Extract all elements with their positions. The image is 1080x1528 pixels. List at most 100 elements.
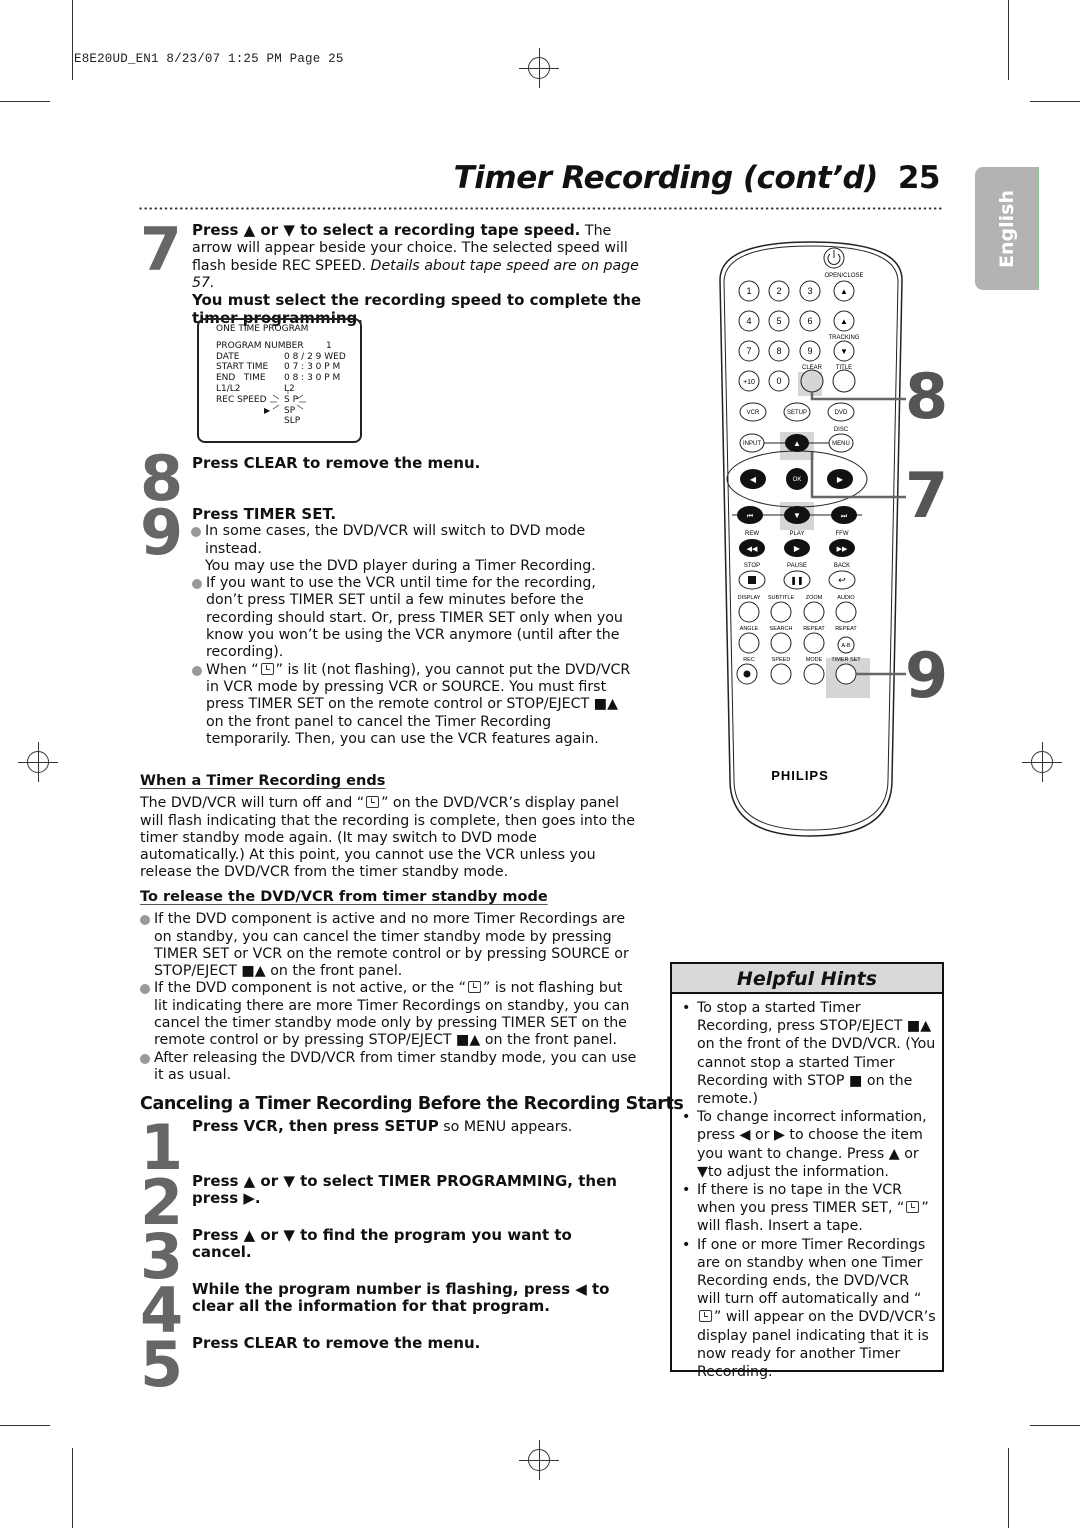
tracking-label: TRACKING: [828, 335, 859, 341]
menu-button[interactable]: MENU: [828, 433, 854, 453]
callout-number: 9: [905, 639, 949, 712]
svg-text:2: 2: [776, 286, 781, 296]
cancel-step-5: Press CLEAR to remove the menu.: [192, 1334, 481, 1352]
osd-screen: ONE TIME PROGRAM PROGRAM NUMBER 1 DATE 0 8…: [197, 318, 362, 443]
angle-button[interactable]: [738, 632, 760, 654]
open-close-label: OPEN/CLOSE: [824, 273, 863, 279]
svg-text:▶▶: ▶▶: [837, 546, 848, 553]
angle-label: ANGLE: [740, 626, 759, 632]
print-slug: E8E20UD_EN1 8/23/07 1:25 PM Page 25: [74, 52, 344, 66]
button-5[interactable]: 5: [768, 310, 790, 332]
svg-text:INPUT: INPUT: [743, 441, 761, 447]
svg-text:8: 8: [776, 346, 781, 356]
audio-label: AUDIO: [837, 595, 855, 601]
svg-text:▲: ▲: [840, 287, 848, 296]
osd-value: 0 8 : 3 0 P M: [284, 373, 341, 384]
crop-mark: [1008, 0, 1009, 80]
timer-set-button[interactable]: [835, 663, 857, 685]
open-close-button[interactable]: ▲: [833, 280, 855, 302]
vcr-button[interactable]: VCR: [739, 402, 767, 422]
right-button[interactable]: ▶: [827, 469, 853, 489]
button-1[interactable]: 1: [738, 280, 760, 302]
svg-text:+10: +10: [743, 379, 755, 386]
svg-text:MENU: MENU: [832, 441, 850, 447]
svg-text:5: 5: [776, 316, 781, 326]
bullet-text: In some cases, the DVD/VCR will switch t…: [205, 523, 586, 557]
pause-button[interactable]: ❚❚: [783, 570, 811, 590]
button-2[interactable]: 2: [768, 280, 790, 302]
button-9[interactable]: 9: [799, 340, 821, 362]
button-3[interactable]: 3: [799, 280, 821, 302]
down-button[interactable]: ▼: [784, 506, 810, 524]
back-button[interactable]: ↩: [828, 570, 856, 590]
repeat-button[interactable]: [803, 632, 825, 654]
release-bullet: If the DVD component is not active, or t…: [140, 980, 640, 1049]
svg-text:❚❚: ❚❚: [790, 576, 803, 585]
crop-mark: [1030, 1425, 1080, 1426]
timer-icon: [699, 1310, 712, 1323]
button-4[interactable]: 4: [738, 310, 760, 332]
rew-label: REW: [745, 531, 759, 537]
rec-button[interactable]: [736, 663, 758, 685]
svg-text:4: 4: [746, 316, 751, 326]
osd-row: PROGRAM NUMBER 1: [216, 341, 360, 352]
svg-text:0: 0: [776, 376, 781, 386]
button-plus10[interactable]: +10: [738, 370, 760, 392]
clear-button[interactable]: [800, 369, 824, 393]
svg-text:6: 6: [807, 316, 812, 326]
timer-ends-text: The DVD/VCR will turn off and “” on the …: [140, 795, 640, 881]
button-6[interactable]: 6: [799, 310, 821, 332]
power-button[interactable]: [823, 247, 845, 269]
release-heading: To release the DVD/VCR from timer standb…: [140, 889, 548, 905]
osd-label: DATE: [216, 351, 240, 362]
repeat-ab-button[interactable]: A-B: [837, 636, 855, 654]
skip-forward-button[interactable]: ⏭: [831, 506, 857, 524]
mode-label: MODE: [806, 657, 823, 663]
mode-button[interactable]: [803, 663, 825, 685]
timer-icon: [260, 662, 274, 675]
registration-mark-left: [18, 742, 58, 782]
svg-text:SETUP: SETUP: [787, 410, 807, 416]
speed-button[interactable]: [770, 663, 792, 685]
audio-button[interactable]: [835, 601, 857, 623]
release-bullet: After releasing the DVD/VCR from timer s…: [140, 1050, 640, 1085]
button-8[interactable]: 8: [768, 340, 790, 362]
skip-back-button[interactable]: ⏮: [737, 506, 763, 524]
subtitle-button[interactable]: [770, 601, 792, 623]
stop-button[interactable]: [738, 570, 766, 590]
title-button[interactable]: [832, 369, 856, 393]
play-button[interactable]: ▶: [784, 539, 810, 557]
bullet-text: You may use the DVD player during a Time…: [205, 557, 596, 574]
cancel-step-number: 5: [140, 1328, 184, 1401]
dvd-button[interactable]: DVD: [827, 402, 855, 422]
setup-button[interactable]: SETUP: [783, 402, 811, 422]
button-0[interactable]: 0: [768, 370, 790, 392]
step-7-number: 7: [140, 215, 182, 285]
input-button[interactable]: INPUT: [739, 433, 765, 453]
play-label: PLAY: [790, 531, 805, 537]
osd-value: 1: [326, 340, 332, 351]
display-button[interactable]: [738, 601, 760, 623]
rew-button[interactable]: ◀◀: [739, 539, 765, 557]
svg-text:1: 1: [746, 286, 751, 296]
cancel-step-4: While the program number is flashing, pr…: [192, 1280, 610, 1316]
zoom-button[interactable]: [803, 601, 825, 623]
left-button[interactable]: ◀: [740, 469, 766, 489]
crop-mark: [1030, 101, 1080, 102]
svg-text:▶: ▶: [794, 544, 801, 553]
ffw-button[interactable]: ▶▶: [829, 539, 855, 557]
crop-mark: [1008, 1448, 1009, 1528]
svg-text:OK: OK: [793, 477, 802, 483]
osd-option-label: SLP: [284, 416, 301, 427]
speed-label: SPEED: [772, 657, 791, 663]
disc-label: DISC: [834, 427, 849, 433]
up-button[interactable]: ▲: [785, 434, 809, 452]
button-7[interactable]: 7: [738, 340, 760, 362]
osd-row: DATE 0 8 / 2 9 WED: [216, 352, 360, 363]
tracking-down-button[interactable]: ▼: [833, 340, 855, 362]
search-button[interactable]: [770, 632, 792, 654]
ok-button[interactable]: OK: [786, 468, 808, 490]
page-title-text: Timer Recording (cont’d): [453, 160, 879, 196]
crop-mark: [0, 101, 50, 102]
tracking-up-button[interactable]: ▲: [833, 310, 855, 332]
